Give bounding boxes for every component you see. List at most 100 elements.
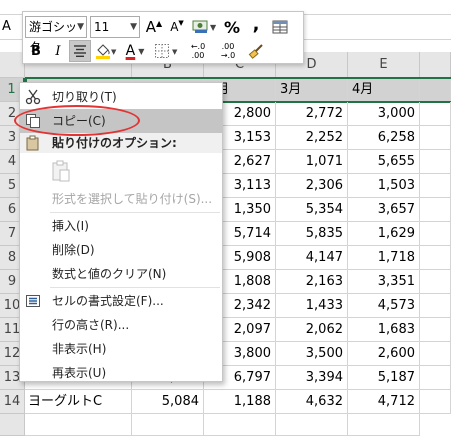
chevron-down-icon: ▼: [130, 22, 137, 32]
table-cell[interactable]: 1,503: [348, 174, 420, 198]
table-cell[interactable]: 4,712: [348, 390, 420, 414]
paste-clipboard-icon: [52, 160, 70, 182]
paste-icon: [26, 135, 39, 151]
table-cell[interactable]: [420, 246, 451, 270]
accounting-format-button[interactable]: ▼: [189, 16, 219, 38]
table-cell[interactable]: 3,000: [348, 102, 420, 126]
table-cell[interactable]: [420, 174, 451, 198]
percent-style-button[interactable]: %: [221, 16, 243, 38]
table-cell[interactable]: [420, 102, 451, 126]
table-cell[interactable]: 1,071: [276, 150, 348, 174]
scissors-icon: [25, 89, 41, 105]
fill-color-button[interactable]: ▼: [93, 40, 119, 62]
font-color-button[interactable]: A ▼: [121, 40, 149, 62]
table-cell[interactable]: 3,351: [348, 270, 420, 294]
table-cell[interactable]: 2,306: [276, 174, 348, 198]
table-cell[interactable]: 1,188: [204, 390, 276, 414]
menu-item-format-cells[interactable]: セルの書式設定(F)...: [20, 289, 222, 313]
table-cell[interactable]: [204, 414, 276, 436]
table-cell[interactable]: [420, 78, 451, 102]
increase-decimal-icon: ←.0 .00: [191, 42, 205, 60]
menu-item-label: 数式と値のクリア(N): [52, 267, 167, 281]
table-cell[interactable]: 2,772: [276, 102, 348, 126]
row-header[interactable]: 14: [0, 390, 25, 414]
menu-item-hide[interactable]: 非表示(H): [20, 337, 222, 361]
table-cell[interactable]: [420, 294, 451, 318]
table-cell[interactable]: [420, 270, 451, 294]
table-cell[interactable]: 1,433: [276, 294, 348, 318]
grow-font-icon: A: [145, 18, 157, 36]
format-painter-button[interactable]: [245, 40, 267, 62]
format-table-button[interactable]: [269, 16, 291, 38]
table-cell[interactable]: [420, 222, 451, 246]
table-cell[interactable]: 2,163: [276, 270, 348, 294]
table-cell[interactable]: 3,394: [276, 366, 348, 390]
table-cell[interactable]: [348, 414, 420, 436]
format-cells-icon: [26, 295, 40, 307]
italic-button[interactable]: I: [47, 40, 69, 62]
menu-item-paste-special: 形式を選択して貼り付け(S)...: [20, 187, 222, 211]
table-cell[interactable]: ヨーグルトC: [25, 390, 132, 414]
table-cell[interactable]: [420, 198, 451, 222]
table-cell[interactable]: [276, 414, 348, 436]
menu-item-row-height[interactable]: 行の高さ(R)...: [20, 313, 222, 337]
decrease-decimal-icon: .00 →.0: [221, 42, 235, 60]
menu-separator: [50, 212, 220, 213]
column-header-f[interactable]: [420, 52, 451, 78]
table-cell[interactable]: [25, 414, 132, 436]
table-cell[interactable]: 4,147: [276, 246, 348, 270]
menu-item-clear-contents[interactable]: 数式と値のクリア(N): [20, 262, 222, 286]
menu-item-label: 挿入(I): [52, 219, 89, 233]
menu-item-unhide[interactable]: 再表示(U): [20, 361, 222, 385]
table-cell[interactable]: 3月: [276, 78, 348, 102]
menu-item-insert[interactable]: 挿入(I): [20, 214, 222, 238]
table-cell[interactable]: 2,252: [276, 126, 348, 150]
shrink-font-button[interactable]: A ▼: [166, 16, 188, 38]
table-cell[interactable]: 3,500: [276, 342, 348, 366]
menu-item-delete[interactable]: 削除(D): [20, 238, 222, 262]
table-cell[interactable]: 4,573: [348, 294, 420, 318]
table-cell[interactable]: 5,084: [132, 390, 204, 414]
table-cell[interactable]: 5,835: [276, 222, 348, 246]
align-center-icon: [74, 45, 86, 57]
caret-up-icon: ▲: [156, 18, 163, 28]
decimal-bottom-label: →.0: [220, 51, 236, 60]
table-cell[interactable]: 5,655: [348, 150, 420, 174]
table-cell[interactable]: 2,062: [276, 318, 348, 342]
table-cell[interactable]: [420, 390, 451, 414]
font-name-select[interactable]: 游ゴシック ▼: [25, 16, 87, 54]
menu-item-label: 再表示(U): [52, 366, 107, 380]
table-cell[interactable]: 1,718: [348, 246, 420, 270]
bold-button[interactable]: B: [25, 40, 47, 62]
comma-icon: ,: [252, 13, 260, 35]
table-cell[interactable]: 4,632: [276, 390, 348, 414]
borders-icon: ▼: [155, 44, 178, 58]
row-header[interactable]: [0, 414, 25, 436]
table-cell[interactable]: 1,683: [348, 318, 420, 342]
percent-icon: %: [223, 17, 241, 37]
font-size-select[interactable]: 11 ▼: [90, 16, 140, 38]
table-cell[interactable]: 1,629: [348, 222, 420, 246]
table-cell[interactable]: [420, 366, 451, 390]
font-color-icon: A: [125, 43, 136, 59]
increase-decimal-button[interactable]: ←.0 .00: [185, 40, 211, 62]
decrease-decimal-button[interactable]: .00 →.0: [215, 40, 241, 62]
italic-icon: I: [55, 43, 61, 59]
table-cell[interactable]: [420, 150, 451, 174]
table-cell[interactable]: [420, 126, 451, 150]
comma-style-button[interactable]: ,: [245, 13, 267, 38]
table-cell[interactable]: 5,187: [348, 366, 420, 390]
table-cell[interactable]: [420, 342, 451, 366]
table-cell[interactable]: [132, 414, 204, 436]
table-cell[interactable]: 6,258: [348, 126, 420, 150]
table-cell[interactable]: 3,657: [348, 198, 420, 222]
svg-text:▼: ▼: [172, 48, 178, 56]
center-align-button[interactable]: [69, 40, 91, 62]
borders-button[interactable]: ▼: [153, 40, 181, 62]
grow-font-button[interactable]: A ▲: [143, 16, 165, 38]
column-header-e[interactable]: E: [348, 52, 420, 78]
table-cell[interactable]: 4月: [348, 78, 420, 102]
table-cell[interactable]: [420, 318, 451, 342]
table-cell[interactable]: 5,354: [276, 198, 348, 222]
table-cell[interactable]: 2,600: [348, 342, 420, 366]
